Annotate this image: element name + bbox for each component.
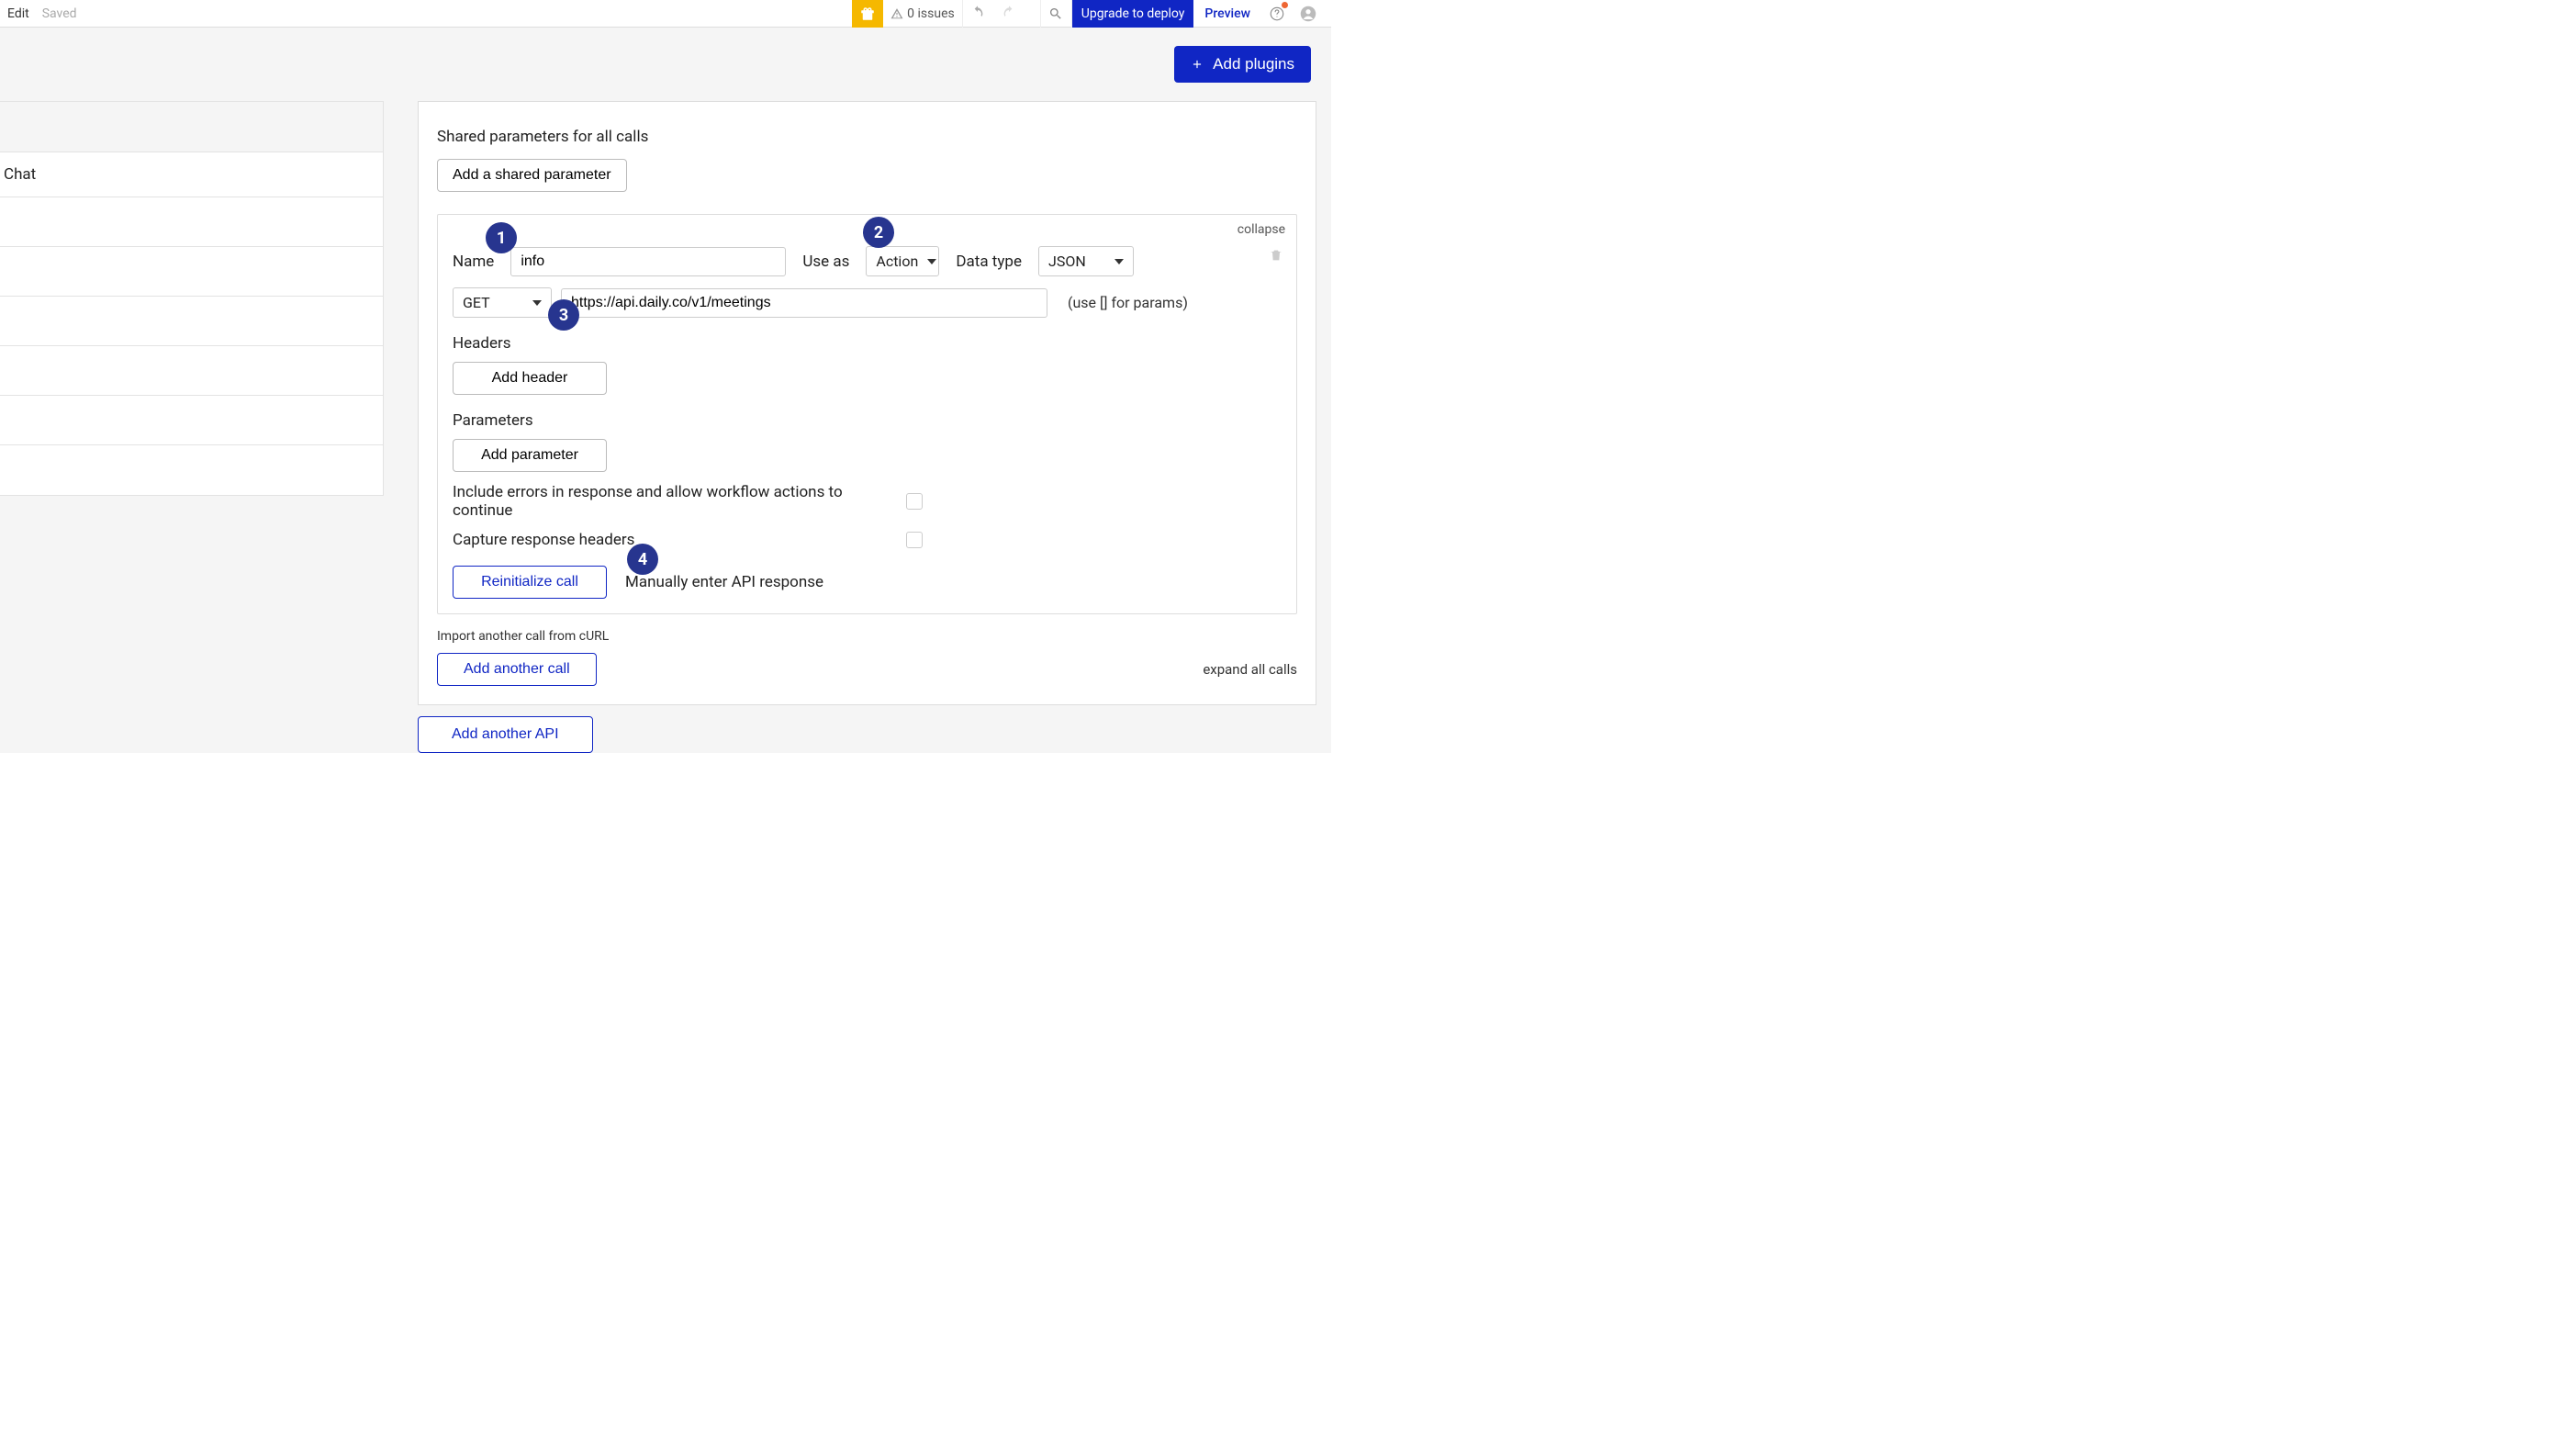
annotation-badge-1: 1 bbox=[486, 222, 517, 253]
add-api-wrap: Add another API bbox=[418, 716, 593, 753]
sidebar-row-empty-4[interactable] bbox=[0, 346, 383, 396]
api-panel: Shared parameters for all calls Add a sh… bbox=[418, 101, 1316, 705]
reinit-row: 4 Reinitialize call Manually enter API r… bbox=[453, 566, 1282, 599]
data-type-value: JSON bbox=[1048, 253, 1086, 270]
preview-button[interactable]: Preview bbox=[1193, 0, 1261, 28]
add-another-api-button[interactable]: Add another API bbox=[418, 716, 593, 753]
include-errors-label: Include errors in response and allow wor… bbox=[453, 483, 860, 520]
add-header-button[interactable]: Add header bbox=[453, 362, 607, 395]
edit-label[interactable]: Edit bbox=[7, 6, 29, 21]
chevron-down-icon bbox=[532, 300, 542, 306]
chevron-down-icon bbox=[927, 259, 936, 264]
method-select[interactable]: GET bbox=[453, 287, 552, 318]
gift-icon bbox=[859, 6, 876, 22]
gift-button[interactable] bbox=[852, 0, 883, 28]
api-call-box: collapse 1 2 3 Name Use as Action Data t… bbox=[437, 214, 1297, 614]
capture-headers-checkbox[interactable] bbox=[906, 532, 923, 548]
redo-icon bbox=[1002, 5, 1016, 19]
capture-headers-label: Capture response headers bbox=[453, 531, 860, 549]
delete-call-button[interactable] bbox=[1269, 248, 1283, 266]
headers-label: Headers bbox=[453, 334, 1282, 353]
shared-params-label: Shared parameters for all calls bbox=[437, 128, 1297, 146]
undo-button[interactable] bbox=[970, 5, 1002, 23]
annotation-badge-3: 3 bbox=[548, 299, 579, 331]
below-call-box: Import another call from cURL Add anothe… bbox=[437, 629, 1297, 686]
manual-response-link[interactable]: Manually enter API response bbox=[625, 573, 823, 591]
add-parameter-button[interactable]: Add parameter bbox=[453, 439, 607, 472]
method-value: GET bbox=[463, 294, 490, 311]
sidebar-row-blank-top[interactable] bbox=[0, 102, 383, 152]
issues-indicator[interactable]: 0 issues bbox=[883, 0, 963, 28]
redo-button[interactable] bbox=[1002, 5, 1033, 23]
data-type-label: Data type bbox=[956, 253, 1022, 271]
parameters-section: Parameters Add parameter bbox=[453, 411, 1282, 472]
topbar-right: 0 issues Upgrade to deploy Preview bbox=[852, 0, 1324, 28]
avatar-icon bbox=[1300, 4, 1316, 24]
sidebar-row-empty-5[interactable] bbox=[0, 396, 383, 445]
help-button[interactable] bbox=[1261, 0, 1293, 28]
name-input[interactable] bbox=[510, 247, 786, 276]
add-shared-param-button[interactable]: Add a shared parameter bbox=[437, 159, 627, 192]
search-icon bbox=[1048, 6, 1063, 21]
sidebar-row-empty-3[interactable] bbox=[0, 297, 383, 346]
topbar: Edit Saved 0 issues Upgrade to deploy Pr… bbox=[0, 0, 1331, 28]
collapse-link[interactable]: collapse bbox=[1238, 222, 1285, 237]
params-hint: (use [] for params) bbox=[1068, 294, 1188, 311]
add-another-call-button[interactable]: Add another call bbox=[437, 653, 597, 686]
parameters-label: Parameters bbox=[453, 411, 1282, 430]
data-type-select[interactable]: JSON bbox=[1038, 246, 1134, 276]
notification-dot bbox=[1282, 2, 1288, 8]
include-errors-row: Include errors in response and allow wor… bbox=[453, 483, 1282, 520]
use-as-label: Use as bbox=[802, 253, 849, 271]
issues-text: 0 issues bbox=[907, 6, 955, 21]
sidebar-item-chat[interactable]: Chat bbox=[0, 152, 383, 197]
undo-icon bbox=[970, 5, 985, 19]
annotation-badge-4: 4 bbox=[627, 544, 658, 575]
profile-button[interactable] bbox=[1293, 0, 1324, 28]
add-plugins-button[interactable]: Add plugins bbox=[1174, 46, 1311, 83]
use-as-value: Action bbox=[876, 253, 918, 270]
sidebar-item-label: Chat bbox=[4, 165, 36, 184]
include-errors-checkbox[interactable] bbox=[906, 493, 923, 510]
sidebar-row-empty-1[interactable] bbox=[0, 197, 383, 247]
sidebar-row-empty-6[interactable] bbox=[0, 445, 383, 495]
reinitialize-call-button[interactable]: Reinitialize call bbox=[453, 566, 607, 599]
sidebar-row-empty-2[interactable] bbox=[0, 247, 383, 297]
use-as-select[interactable]: Action bbox=[866, 246, 939, 276]
name-label: Name bbox=[453, 253, 494, 271]
headers-section: Headers Add header bbox=[453, 334, 1282, 395]
search-button[interactable] bbox=[1041, 0, 1072, 28]
undo-redo-group bbox=[963, 0, 1041, 28]
plus-icon bbox=[1191, 58, 1204, 71]
upgrade-button[interactable]: Upgrade to deploy bbox=[1072, 0, 1194, 28]
topbar-left: Edit Saved bbox=[7, 6, 77, 21]
import-curl-label[interactable]: Import another call from cURL bbox=[437, 629, 1297, 644]
trash-icon bbox=[1269, 248, 1283, 263]
bottom-row: Add another call expand all calls bbox=[437, 653, 1297, 686]
capture-headers-row: Capture response headers bbox=[453, 531, 1282, 549]
add-plugins-label: Add plugins bbox=[1213, 55, 1294, 73]
annotation-badge-2: 2 bbox=[863, 217, 894, 248]
warning-icon bbox=[890, 7, 903, 20]
url-input[interactable] bbox=[561, 288, 1047, 318]
expand-all-link[interactable]: expand all calls bbox=[1203, 661, 1297, 678]
chevron-down-icon bbox=[1114, 259, 1124, 264]
sidebar: Chat bbox=[0, 101, 384, 496]
main-area: Add plugins Chat Shared parameters for a… bbox=[0, 28, 1331, 753]
saved-status: Saved bbox=[42, 6, 77, 21]
call-row-1: Name Use as Action Data type JSON bbox=[453, 246, 1282, 276]
